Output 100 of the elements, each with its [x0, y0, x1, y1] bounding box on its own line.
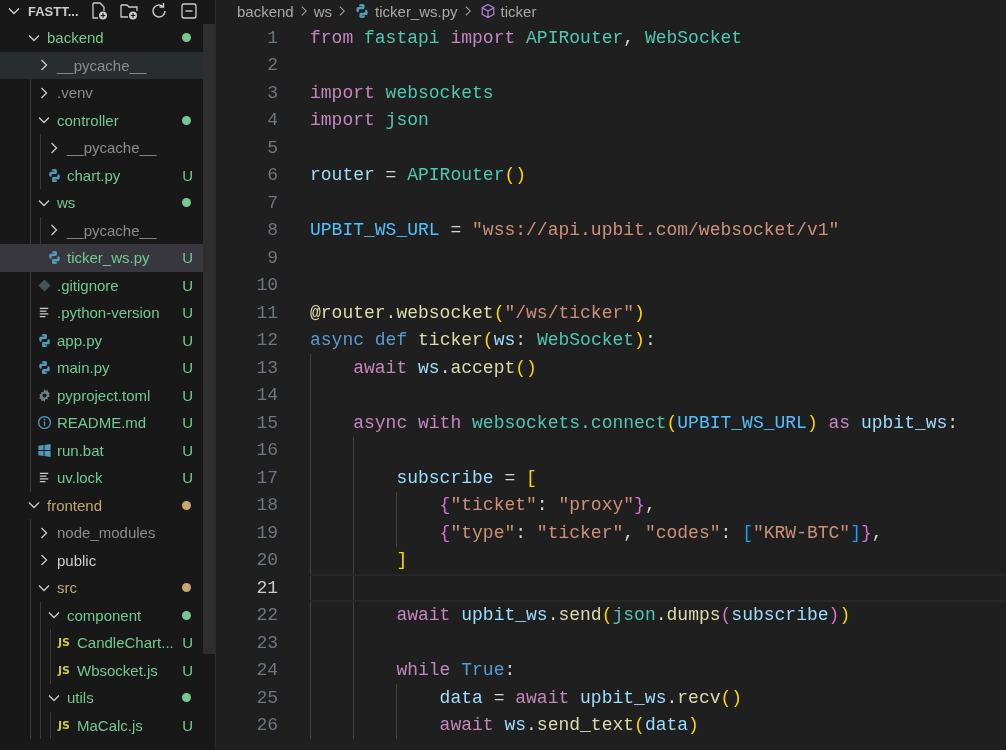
code-line: {"ticket": "proxy"}, — [438, 495, 656, 516]
tree-item[interactable]: main.py U — [0, 354, 203, 382]
code-line: router = APIRouter() — [310, 165, 527, 186]
new-folder-icon[interactable] — [118, 1, 139, 21]
code-line: async with websockets.connect(UPBIT_WS_URL) as upbit_ws: — [352, 412, 959, 433]
line-number: 17 — [255, 467, 279, 488]
tree-item[interactable]: app.py U — [0, 326, 203, 354]
line-number: 1 — [266, 27, 279, 48]
file-name: public — [57, 551, 98, 569]
python-icon — [354, 3, 371, 19]
code-line: import json — [310, 110, 429, 131]
breadcrumb-item[interactable]: ticker_ws.py — [375, 2, 458, 20]
file-name: app.py — [57, 331, 104, 349]
code-line: await ws.accept() — [352, 357, 537, 378]
tree-item[interactable]: public — [0, 546, 203, 574]
explorer-title: FASTT... — [28, 3, 79, 19]
line-number: 14 — [255, 385, 279, 406]
file-name: .python-version — [57, 304, 161, 322]
tree-item[interactable]: __pycache__ — [0, 216, 203, 244]
file-name: utils — [67, 689, 95, 707]
git-status: U — [182, 249, 193, 267]
windows-icon — [36, 442, 52, 458]
tree-item[interactable]: utils — [0, 684, 203, 712]
code-line: await ws.send_text(data) — [438, 715, 699, 736]
line-number: 6 — [266, 165, 279, 186]
file-name: src — [57, 579, 78, 597]
line-number: 26 — [255, 715, 279, 736]
tree-item[interactable]: backend — [0, 24, 203, 52]
git-status: U — [182, 661, 193, 679]
tree-item[interactable]: component — [0, 601, 203, 629]
tree-item[interactable]: README.md U — [0, 409, 203, 437]
file-name: __pycache__ — [67, 221, 158, 239]
line-number: 23 — [255, 632, 279, 653]
tree-item[interactable]: .venv — [0, 79, 203, 107]
code-line: {"type": "ticker", "codes": ["KRW-BTC"]}, — [438, 522, 883, 543]
line-number: 19 — [255, 522, 279, 543]
tree-item[interactable]: .gitignore U — [0, 271, 203, 299]
diamond-icon — [36, 277, 52, 293]
tree-item[interactable]: pyproject.toml U — [0, 381, 203, 409]
line-number: 9 — [266, 247, 279, 268]
breadcrumb-item[interactable]: backend — [237, 2, 294, 20]
tree-item[interactable]: node_modules — [0, 519, 203, 547]
collapse-all-icon[interactable] — [178, 1, 199, 21]
code-line: ] — [395, 550, 408, 571]
file-name: node_modules — [57, 524, 157, 542]
js-icon: JS — [58, 718, 70, 732]
js-icon: JS — [58, 663, 70, 677]
tree-item[interactable]: chart.py U — [0, 161, 203, 189]
tree-item[interactable]: src — [0, 574, 203, 602]
python-icon — [46, 167, 62, 183]
python-icon — [36, 332, 52, 348]
file-name: component — [67, 606, 143, 624]
tree-item[interactable]: JS Wbsocket.js U — [0, 656, 203, 684]
file-name: ticker_ws.py — [67, 249, 151, 267]
line-number: 13 — [255, 357, 279, 378]
git-status: U — [182, 414, 193, 432]
file-name: uv.lock — [57, 469, 104, 487]
tree-item[interactable]: JS MaCalc.js U — [0, 711, 203, 739]
tree-item[interactable]: ticker_ws.py U — [0, 244, 203, 272]
git-status: U — [182, 716, 193, 734]
tree-item[interactable]: __pycache__ — [0, 134, 203, 162]
git-status: U — [182, 304, 193, 322]
gear-icon — [36, 387, 52, 403]
tree-item[interactable]: __pycache__ — [0, 51, 203, 79]
file-name: pyproject.toml — [57, 386, 152, 404]
scrollbar-thumb[interactable] — [203, 24, 215, 654]
git-status: U — [182, 386, 193, 404]
code-line: subscribe = [ — [395, 467, 537, 488]
line-number: 15 — [255, 412, 279, 433]
tree-item[interactable]: frontend — [0, 491, 203, 519]
breadcrumb-item[interactable]: ws — [313, 2, 333, 20]
line-number: 8 — [266, 220, 279, 241]
js-icon: JS — [58, 636, 70, 650]
file-name: chart.py — [67, 166, 122, 184]
file-name: run.bat — [57, 441, 105, 459]
file-name: .venv — [57, 84, 94, 102]
line-number: 18 — [255, 495, 279, 516]
file-name: __pycache__ — [67, 139, 158, 157]
file-name: README.md — [57, 414, 148, 432]
code-line: data = await upbit_ws.recv() — [438, 687, 743, 708]
tree-item[interactable]: ws — [0, 189, 203, 217]
git-status: U — [182, 441, 193, 459]
file-name: backend — [47, 29, 105, 47]
breadcrumb-item[interactable]: ticker — [500, 2, 537, 20]
file-name: __pycache__ — [57, 56, 148, 74]
line-number: 22 — [255, 605, 279, 626]
tree-item[interactable]: run.bat U — [0, 436, 203, 464]
line-number: 24 — [255, 660, 279, 681]
file-name: .gitignore — [57, 276, 120, 294]
line-number: 12 — [255, 330, 279, 351]
tree-item[interactable]: uv.lock U — [0, 464, 203, 492]
tree-item[interactable]: controller — [0, 106, 203, 134]
line-number: 4 — [266, 110, 279, 131]
tree-item[interactable]: JS CandleChart... U — [0, 629, 203, 657]
tree-item[interactable]: .python-version U — [0, 299, 203, 327]
file-name: main.py — [57, 359, 111, 377]
line-number: 25 — [255, 687, 279, 708]
git-status: U — [182, 359, 193, 377]
python-icon — [36, 360, 52, 376]
file-name: ws — [57, 194, 77, 212]
